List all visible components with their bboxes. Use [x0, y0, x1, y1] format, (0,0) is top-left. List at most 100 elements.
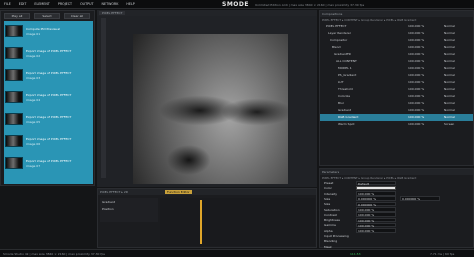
color-swatch[interactable]: [356, 185, 396, 191]
image-list-item[interactable]: Export image of PIXEL EFFECT image 05: [5, 110, 91, 130]
tree-row-opacity[interactable]: 100.000 %: [408, 24, 424, 28]
viewport-image[interactable]: [133, 34, 288, 184]
params-breadcrumb: PIXEL EFFECT ▸ CONTENT ▸ Group Renderer …: [322, 176, 417, 180]
image-list-item[interactable]: Export image of PIXEL EFFECT image 06: [5, 132, 91, 152]
tree-row[interactable]: PS_Gradient 100.000 % Normal: [320, 72, 473, 79]
menu-file[interactable]: FILE: [4, 2, 11, 6]
playhead[interactable]: [200, 200, 202, 244]
tree-row-label: RGB Gradient: [338, 115, 359, 119]
thumbnail: [5, 157, 23, 169]
tree-row[interactable]: Blend 100.000 % Normal: [320, 44, 473, 51]
viewport-ruler-left: [101, 18, 106, 178]
param-value-field[interactable]: 100.000 %: [356, 191, 396, 196]
param-label: Alpha: [324, 228, 333, 233]
image-list-item[interactable]: Export image of PIXEL EFFECT image 07: [5, 154, 91, 174]
function-editor-tab[interactable]: Function Editor: [165, 190, 192, 194]
tree-row-blend-mode[interactable]: Normal: [444, 31, 455, 35]
menu-project[interactable]: PROJECT: [58, 2, 72, 6]
tree-row-opacity[interactable]: 100.000 %: [408, 108, 424, 112]
menu-edit[interactable]: EDIT: [19, 2, 27, 6]
tree-row-opacity[interactable]: 100.000 %: [408, 101, 424, 105]
tree-header: Compositions: [322, 12, 343, 16]
tree-row-blend-mode[interactable]: Normal: [444, 87, 455, 91]
play-all-button[interactable]: Play all: [4, 13, 30, 19]
param-value-field[interactable]: 0.000000 %: [356, 196, 396, 201]
tree-row-opacity[interactable]: 100.000 %: [408, 31, 424, 35]
tree-row-blend-mode[interactable]: Normal: [444, 52, 455, 56]
tree-row[interactable]: Compositor 100.000 % Normal: [320, 37, 473, 44]
tree-row[interactable]: ALL CONTENT 100.000 % Normal: [320, 58, 473, 65]
tree-row-blend-mode[interactable]: Normal: [444, 24, 455, 28]
tree-row[interactable]: Layer Renderer 100.000 % Normal: [320, 30, 473, 37]
param-value-field[interactable]: 100.000 %: [356, 212, 396, 217]
tree-row[interactable]: LUT 100.000 % Normal: [320, 79, 473, 86]
tree-row-opacity[interactable]: 100.000 %: [408, 73, 424, 77]
tree-row[interactable]: Threshold 100.000 % Normal: [320, 86, 473, 93]
param-value-field[interactable]: 100.000 %: [356, 228, 396, 233]
tree-row-blend-mode[interactable]: Normal: [444, 59, 455, 63]
tree-row[interactable]: GradientFill 100.000 % Normal: [320, 51, 473, 58]
param-label: Preset: [324, 181, 334, 185]
timeline-curve-area[interactable]: [160, 198, 315, 246]
menu-element[interactable]: ELEMENT: [34, 2, 49, 6]
param-value-field[interactable]: 100.000 %: [356, 222, 396, 228]
tree-row-blend-mode[interactable]: Normal: [444, 94, 455, 98]
clear-all-button[interactable]: Clear all: [64, 13, 90, 19]
top-status: Unlimited Edition Ardi | max size 3840 ×…: [255, 2, 365, 7]
tree-row-blend-mode[interactable]: Normal: [444, 38, 455, 42]
tree-row[interactable]: MODEL 1 100.000 % Normal: [320, 65, 473, 72]
image-item-title: Export image of PIXEL EFFECT: [26, 93, 72, 97]
tree-row[interactable]: Warm Spot 100.000 % Screen: [320, 121, 473, 128]
image-item-sub: image 01: [26, 32, 41, 36]
menu-output[interactable]: OUTPUT: [80, 2, 93, 6]
image-item-title: Export image of PIXEL EFFECT: [26, 137, 72, 141]
tree-row-blend-mode[interactable]: Normal: [444, 108, 455, 112]
tree-row-opacity[interactable]: 100.000 %: [408, 115, 424, 119]
menu-help[interactable]: HELP: [126, 2, 134, 6]
tree-row[interactable]: PIXEL EFFECT 100.000 % Normal: [320, 23, 473, 30]
param-value-field[interactable]: 100.000 %: [356, 207, 396, 212]
tree-row-blend-mode[interactable]: Normal: [444, 45, 455, 49]
image-list-item[interactable]: Compute Ptd Previsual image 01: [5, 22, 91, 42]
tree-row[interactable]: RGB Gradient 100.000 % Normal: [320, 114, 473, 121]
tree-row-opacity[interactable]: 100.000 %: [408, 87, 424, 91]
track-gradient[interactable]: Gradient: [102, 200, 115, 204]
tree-row-label: ALL CONTENT: [336, 59, 357, 63]
tree-row-blend-mode[interactable]: Normal: [444, 101, 455, 105]
menu-network[interactable]: NETWORK: [102, 2, 119, 6]
tree-row-blend-mode[interactable]: Normal: [444, 80, 455, 84]
tree-row-blend-mode[interactable]: Normal: [444, 73, 455, 77]
thumbnail: [5, 113, 23, 125]
select-button[interactable]: Select: [34, 13, 60, 19]
size-extra-field[interactable]: 0.000000 %: [400, 196, 440, 201]
image-list-item[interactable]: Export image of PIXEL EFFECT image 03: [5, 66, 91, 86]
tree-row[interactable]: Gradient 100.000 % Normal: [320, 107, 473, 114]
image-list-item[interactable]: Export image of PIXEL EFFECT image 02: [5, 44, 91, 64]
param-value-field[interactable]: 100.000 %: [356, 217, 396, 223]
tree-row-blend-mode[interactable]: Screen: [444, 122, 454, 126]
param-label: Gamma: [324, 223, 336, 228]
tree-row-label: Layer Renderer: [328, 31, 352, 35]
tree-row-blend-mode[interactable]: Normal: [444, 66, 455, 70]
param-value-field[interactable]: 0.000000 %: [356, 201, 396, 207]
tree-row-opacity[interactable]: 100.000 %: [408, 80, 424, 84]
status-bar: Smode Studio 4k | max size 3840 × 2160 |…: [0, 249, 474, 257]
tree-row-opacity[interactable]: 100.000 %: [408, 38, 424, 42]
tree-row[interactable]: Colorize 100.000 % Normal: [320, 93, 473, 100]
tree-row-blend-mode[interactable]: Normal: [444, 115, 455, 119]
param-label: Intensity: [324, 191, 338, 196]
tree-row-opacity[interactable]: 100.000 %: [408, 59, 424, 63]
image-item-sub: image 07: [26, 164, 41, 168]
frame-time: 7.71 ms | 60 fps: [430, 252, 455, 256]
tree-row-opacity[interactable]: 100.000 %: [408, 66, 424, 70]
param-value-field[interactable]: Default: [356, 180, 396, 186]
tree-row-opacity[interactable]: 100.000 %: [408, 94, 424, 98]
tree-row-opacity[interactable]: 100.000 %: [408, 122, 424, 126]
tree-row[interactable]: Blur 100.000 % Normal: [320, 100, 473, 107]
track-position[interactable]: Position: [102, 207, 114, 211]
tree-row-opacity[interactable]: 100.000 %: [408, 52, 424, 56]
image-list-item[interactable]: Export image of PIXEL EFFECT image 04: [5, 88, 91, 108]
viewport-tab[interactable]: PIXEL EFFECT: [99, 11, 126, 15]
viewport-panel: PIXEL EFFECT: [97, 10, 317, 187]
tree-row-opacity[interactable]: 100.000 %: [408, 45, 424, 49]
